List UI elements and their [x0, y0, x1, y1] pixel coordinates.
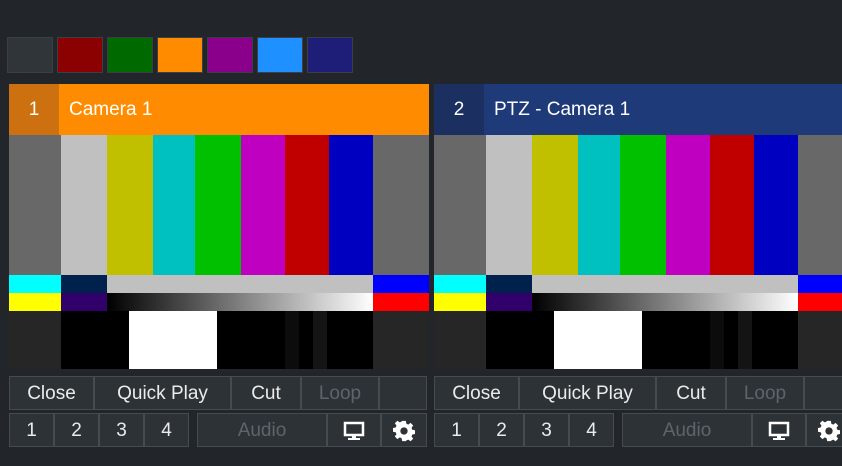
input-title: PTZ - Camera 1 [494, 99, 631, 120]
gear-icon [817, 420, 841, 442]
quick-play-button[interactable]: Quick Play [94, 376, 231, 410]
color-bar-segment [107, 275, 373, 293]
color-bar-segment [642, 311, 710, 369]
input-title: Camera 1 [69, 99, 153, 120]
overlay-1-button[interactable]: 1 [9, 413, 54, 447]
color-bar-segment [486, 311, 554, 369]
input-header[interactable]: 2 PTZ - Camera 1 [434, 84, 842, 135]
color-swatch-light-blue[interactable] [257, 37, 303, 73]
overlay-2-button[interactable]: 2 [54, 413, 99, 447]
quick-play-button[interactable]: Quick Play [519, 376, 656, 410]
color-bar-segment [578, 135, 620, 275]
color-bar-segment [752, 311, 798, 369]
color-bar-segment [724, 311, 738, 369]
monitor-icon [343, 421, 365, 440]
cut-button[interactable]: Cut [231, 376, 301, 410]
color-bar-segment [129, 311, 217, 369]
color-bar-segment [373, 311, 429, 369]
color-bar-segment [9, 275, 61, 293]
overlay-4-button[interactable]: 4 [144, 413, 189, 447]
color-bar-segment [754, 135, 798, 275]
monitor-icon [768, 421, 790, 440]
input-header[interactable]: 1 Camera 1 [9, 84, 429, 135]
color-bar-segment [434, 293, 486, 311]
display-button[interactable] [327, 413, 381, 447]
color-swatch-purple[interactable] [207, 37, 253, 73]
color-bar-segment [798, 293, 842, 311]
color-bar-segment [241, 135, 285, 275]
color-bar-segment [329, 135, 373, 275]
overlay-1-button[interactable]: 1 [434, 413, 479, 447]
color-bar-segment [666, 135, 710, 275]
color-bar-segment [434, 275, 486, 293]
color-bar-segment [620, 135, 666, 275]
color-bar-segment [107, 293, 373, 311]
close-button[interactable]: Close [434, 376, 519, 410]
color-swatch-orange[interactable] [157, 37, 203, 73]
color-bar-segment [313, 311, 327, 369]
color-swatch-gray[interactable] [7, 37, 53, 73]
gear-icon [392, 420, 416, 442]
color-bar-segment [710, 311, 724, 369]
color-bar-segment [285, 135, 329, 275]
spare-button[interactable] [379, 376, 427, 410]
audio-button[interactable]: Audio [197, 413, 327, 447]
color-swatch-navy[interactable] [307, 37, 353, 73]
color-bar-segment [532, 135, 578, 275]
color-bar-segment [61, 275, 107, 293]
color-bar-segment [486, 293, 532, 311]
input-number: 2 [434, 84, 484, 135]
overlay-4-button[interactable]: 4 [569, 413, 614, 447]
color-bar-segment [373, 275, 429, 293]
loop-button[interactable]: Loop [301, 376, 379, 410]
color-bar-segment [486, 275, 532, 293]
color-bar-segment [9, 135, 61, 275]
overlay-3-button[interactable]: 3 [99, 413, 144, 447]
color-bar-segment [738, 311, 752, 369]
color-bar-segment [61, 311, 129, 369]
color-bar-segment [434, 135, 486, 275]
input-panel-2: 2 PTZ - Camera 1 Close Quick Play Cut Lo… [434, 84, 842, 466]
color-bar-segment [434, 311, 486, 369]
input-panel-1: 1 Camera 1 Close Quick Play Cut Loop 1 2… [9, 84, 429, 466]
color-bar-segment [9, 311, 61, 369]
color-bar-segment [61, 135, 107, 275]
color-bar-segment [798, 135, 842, 275]
color-bar-segment [153, 135, 195, 275]
color-bar-segment [373, 135, 429, 275]
color-bar-segment [285, 311, 299, 369]
color-swatch-green[interactable] [107, 37, 153, 73]
color-bar-segment [554, 311, 642, 369]
color-bar-segment [61, 293, 107, 311]
color-bar-segment [9, 293, 61, 311]
settings-button[interactable] [806, 413, 842, 447]
audio-button[interactable]: Audio [622, 413, 752, 447]
color-bar-segment [107, 135, 153, 275]
color-bar-segment [299, 311, 313, 369]
color-bar-segment [710, 135, 754, 275]
color-swatch-dark-red[interactable] [57, 37, 103, 73]
color-bar-segment [798, 275, 842, 293]
overlay-2-button[interactable]: 2 [479, 413, 524, 447]
color-bar-segment [195, 135, 241, 275]
color-bar-segment [532, 275, 798, 293]
overlay-3-button[interactable]: 3 [524, 413, 569, 447]
display-button[interactable] [752, 413, 806, 447]
color-bar-segment [327, 311, 373, 369]
color-bar-segment [532, 293, 798, 311]
spare-button[interactable] [804, 376, 842, 410]
input-number: 1 [9, 84, 59, 135]
color-bar-segment [486, 135, 532, 275]
loop-button[interactable]: Loop [726, 376, 804, 410]
settings-button[interactable] [381, 413, 427, 447]
color-bar-segment [798, 311, 842, 369]
color-bar-segment [373, 293, 429, 311]
color-bar-segment [217, 311, 285, 369]
cut-button[interactable]: Cut [656, 376, 726, 410]
close-button[interactable]: Close [9, 376, 94, 410]
